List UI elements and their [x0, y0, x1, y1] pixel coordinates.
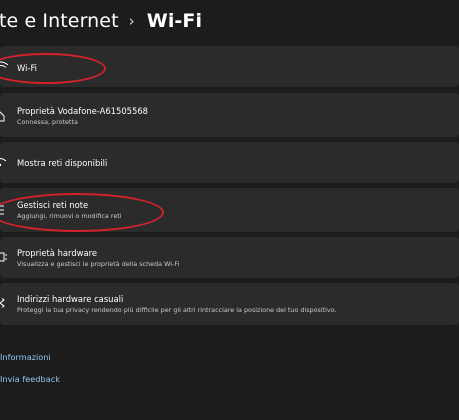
network-name: Proprietà Vodafone-A61505568 [17, 106, 148, 116]
network-properties-row[interactable]: Proprietà Vodafone-A61505568 Connessa, p… [0, 93, 459, 137]
wifi-icon [0, 59, 8, 73]
wifi-toggle-row[interactable]: Wi-Fi [0, 46, 459, 87]
show-networks-title: Mostra reti disponibili [17, 158, 108, 168]
hardware-properties-title: Proprietà hardware [17, 248, 98, 258]
info-link[interactable]: Informazioni [0, 352, 51, 362]
manage-networks-subtitle: Aggiungi, rimuovi o modifica reti [17, 212, 122, 220]
breadcrumb-separator-icon: › [128, 12, 135, 30]
chip-icon [0, 250, 8, 264]
breadcrumb: te e Internet › Wi-Fi [0, 6, 202, 36]
network-status: Connessa, protetta [17, 118, 78, 126]
random-addresses-subtitle: Proteggi la tua privacy rendendo più dif… [17, 306, 337, 314]
manage-known-networks-row[interactable]: Gestisci reti note Aggiungi, rimuovi o m… [0, 188, 459, 232]
manage-networks-title: Gestisci reti note [17, 200, 89, 210]
breadcrumb-parent[interactable]: te e Internet [0, 10, 119, 32]
hardware-properties-row[interactable]: Proprietà hardware Visualizza e gestisci… [0, 237, 459, 278]
hardware-properties-subtitle: Visualizza e gestisci le proprietà della… [17, 260, 180, 268]
page-title: Wi-Fi [146, 10, 203, 32]
shuffle-icon [0, 296, 8, 310]
wifi-row-title: Wi-Fi [17, 63, 37, 73]
list-icon [0, 203, 8, 217]
feedback-link[interactable]: Invia feedback [0, 374, 60, 384]
random-addresses-title: Indirizzi hardware casuali [17, 294, 124, 304]
wifi-scan-icon [0, 155, 8, 169]
home-network-icon [0, 108, 8, 122]
show-networks-row[interactable]: Mostra reti disponibili [0, 142, 459, 183]
random-hardware-addresses-row[interactable]: Indirizzi hardware casuali Proteggi la t… [0, 283, 459, 325]
